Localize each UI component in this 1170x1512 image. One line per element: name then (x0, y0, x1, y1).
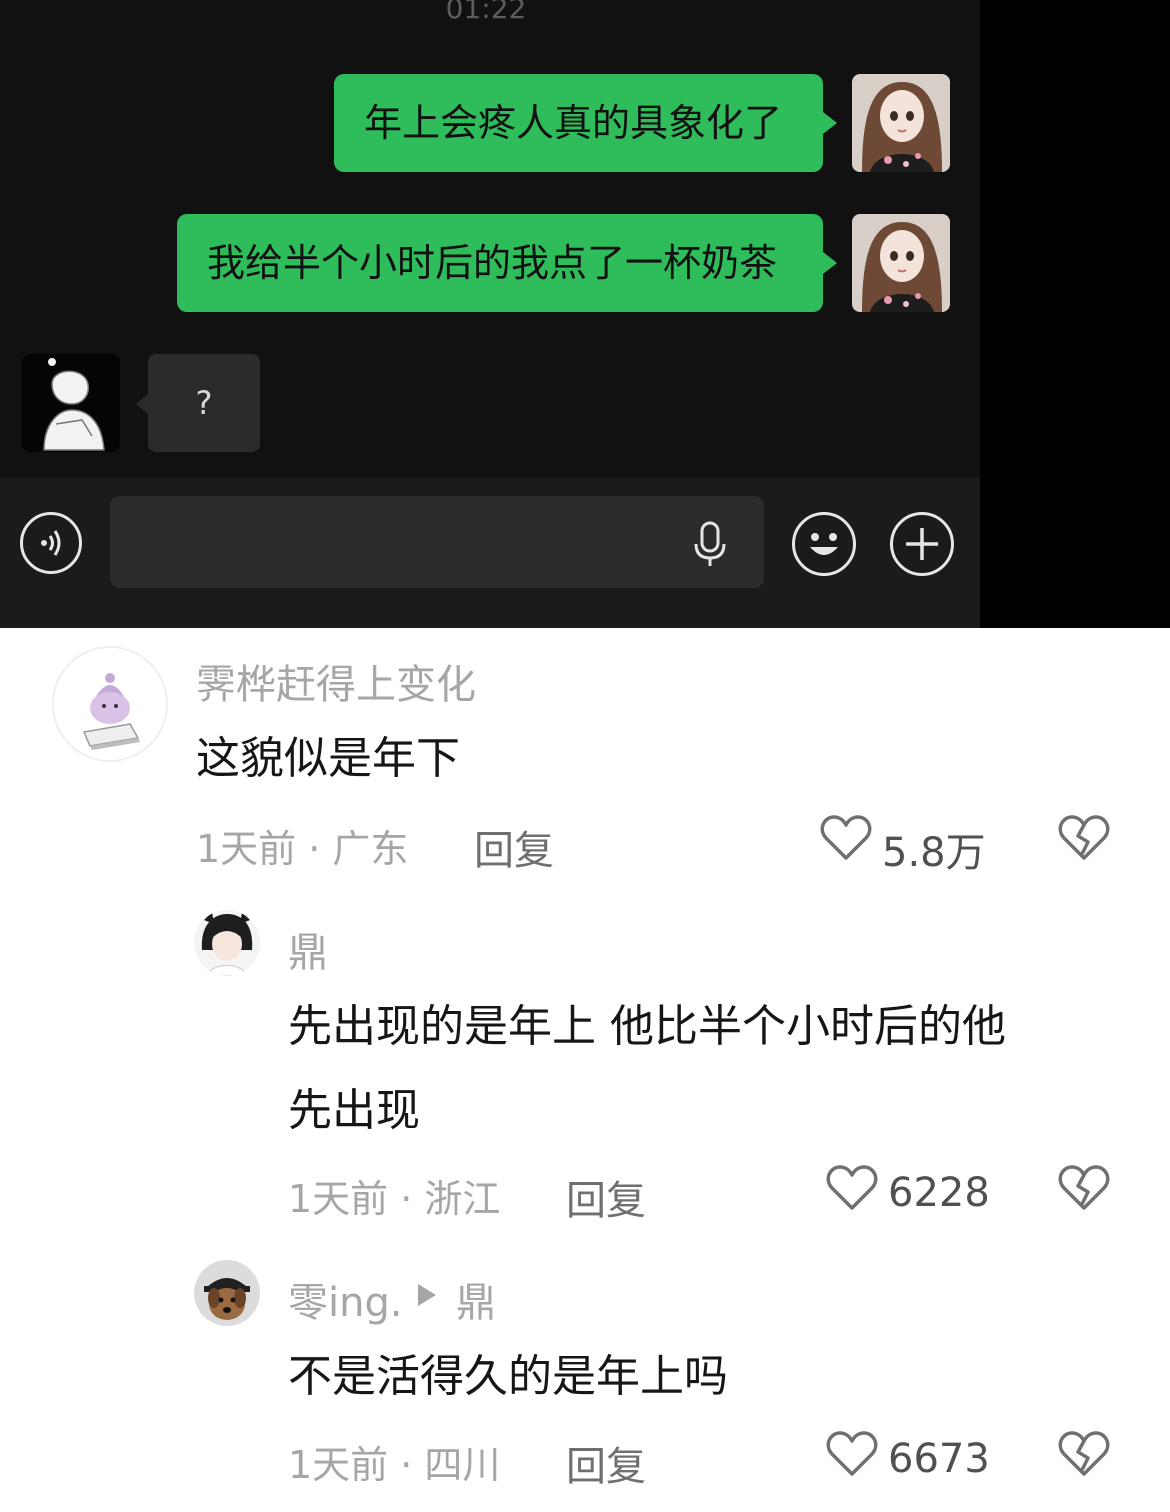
commenter-avatar[interactable] (52, 646, 168, 762)
comment-text: 不是活得久的是年上吗 (288, 1351, 728, 1402)
comment-text-line: 先出现 (288, 1085, 420, 1136)
receiver-avatar[interactable] (22, 354, 120, 452)
comment-time-location: 1天前 · 四川 (288, 1443, 501, 1487)
like-count: 5.8万 (882, 830, 986, 876)
commenter-avatar[interactable] (194, 1260, 260, 1326)
comment-text-line: 先出现的是年上 他比半个小时后的他 (288, 1001, 1006, 1052)
comment-time-location: 1天前 · 广东 (196, 827, 409, 871)
chat-timestamp: 01:22 (445, 0, 527, 25)
like-heart-icon[interactable] (826, 1164, 878, 1212)
reply-button[interactable]: 回复 (566, 1168, 646, 1226)
like-count: 6228 (888, 1170, 990, 1216)
microphone-icon[interactable] (690, 520, 730, 568)
comment-text: 这貌似是年下 (196, 733, 460, 784)
like-count: 6673 (888, 1436, 990, 1482)
dog-avatar-image (194, 1260, 260, 1326)
commenter-name[interactable]: 鼎 (288, 920, 328, 978)
dislike-broken-heart-icon[interactable] (1058, 1430, 1110, 1478)
reply-target-name[interactable]: 鼎 (456, 1270, 496, 1328)
voice-toggle-icon[interactable] (20, 512, 82, 574)
comment-time-location: 1天前 · 浙江 (288, 1177, 501, 1221)
doll-avatar-image (852, 74, 950, 172)
dislike-broken-heart-icon[interactable] (1058, 1164, 1110, 1212)
message-bubble-sent[interactable]: 年上会疼人真的具象化了 (334, 74, 837, 172)
plus-icon[interactable] (890, 512, 954, 576)
commenter-name[interactable]: 零ing. (288, 1270, 403, 1328)
reply-button[interactable]: 回复 (474, 818, 554, 876)
message-bubble-received[interactable]: ? (136, 354, 260, 452)
message-input[interactable] (110, 496, 764, 588)
chat-screenshot: 01:22 年上会疼人真的具象化了 我给半个小时后的我点了一杯奶茶 ? (0, 0, 1170, 628)
reply-button[interactable]: 回复 (566, 1434, 646, 1492)
like-heart-icon[interactable] (826, 1430, 878, 1478)
sketch-avatar-image (22, 354, 120, 452)
screenshot-edge (980, 0, 1170, 628)
message-bubble-sent[interactable]: 我给半个小时后的我点了一杯奶茶 (177, 214, 837, 312)
cartoon-avatar-image (54, 648, 166, 760)
like-heart-icon[interactable] (820, 814, 872, 862)
anime-avatar-image (194, 910, 260, 976)
sender-avatar[interactable] (852, 214, 950, 312)
commenter-name[interactable]: 霁桦赶得上变化 (196, 652, 476, 710)
dislike-broken-heart-icon[interactable] (1058, 814, 1110, 862)
reply-arrow-icon (418, 1284, 436, 1306)
emoji-icon[interactable] (792, 512, 856, 576)
commenter-avatar[interactable] (194, 910, 260, 976)
comment-section: 霁桦赶得上变化 这貌似是年下 1天前 · 广东 回复 5.8万 鼎 先出现的是年… (0, 628, 1170, 1512)
doll-avatar-image (852, 214, 950, 312)
sender-avatar[interactable] (852, 74, 950, 172)
